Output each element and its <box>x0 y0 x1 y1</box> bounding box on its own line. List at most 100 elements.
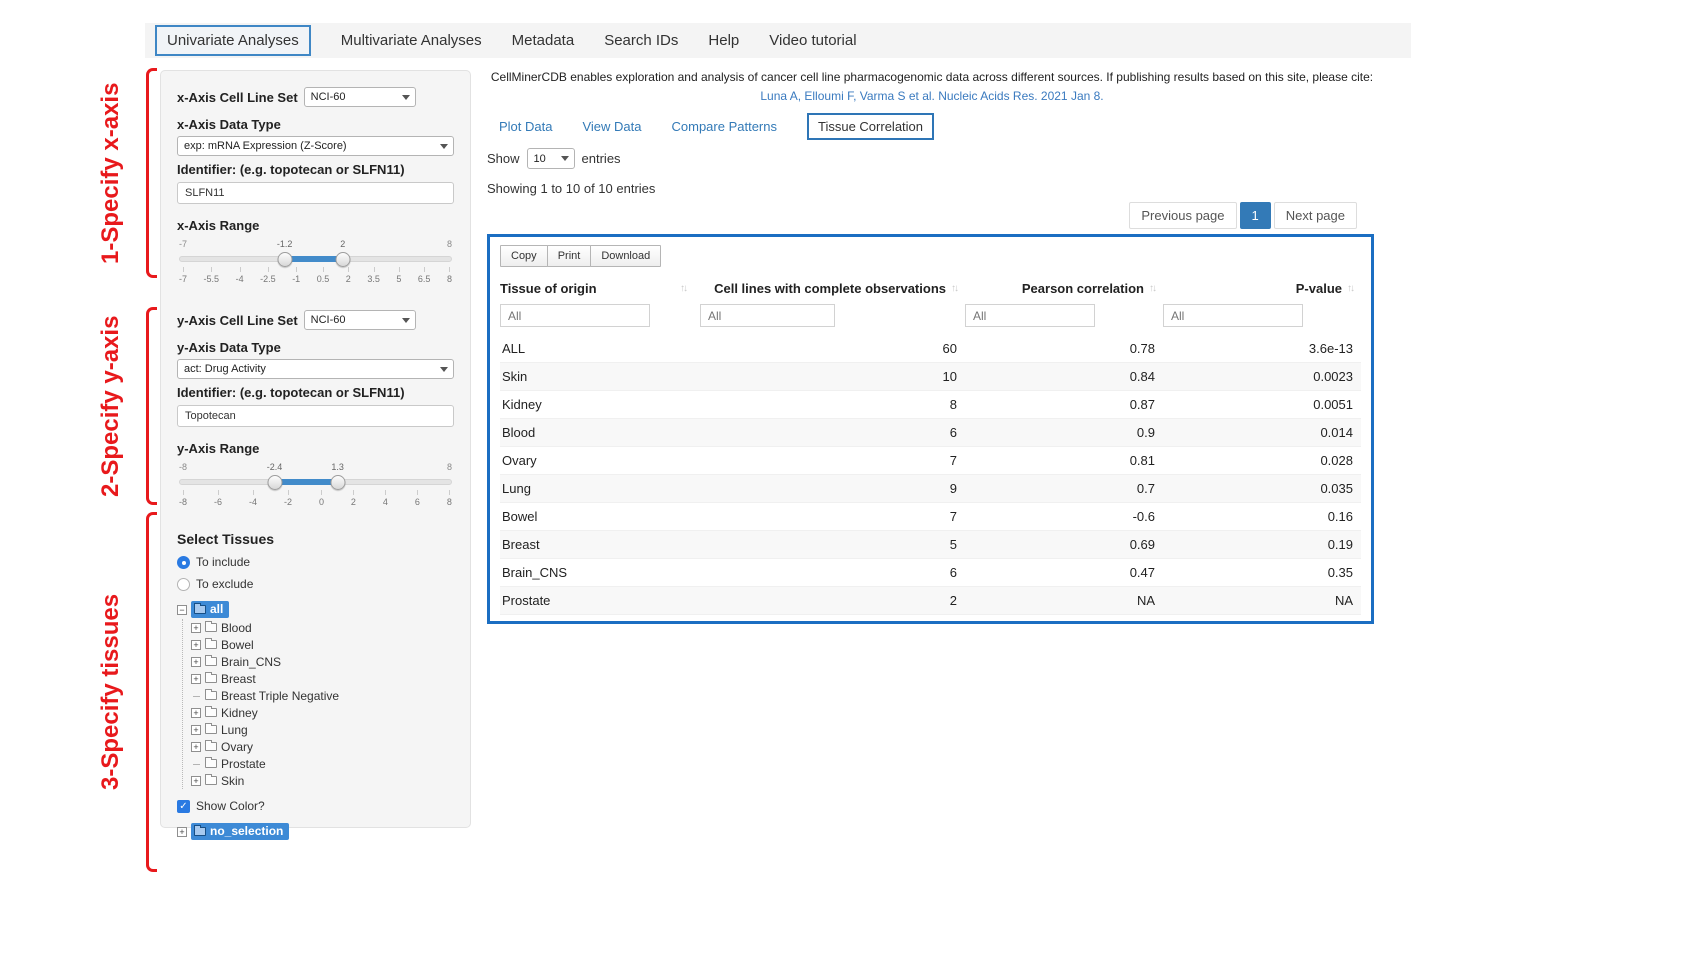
tree-node-label[interactable]: Prostate <box>221 757 266 771</box>
slider-handle-from[interactable] <box>267 475 282 490</box>
filter-tissue-input[interactable] <box>500 304 650 327</box>
cellminercdb-app: 1-Specify x-axis 2-Specify y-axis 3-Spec… <box>0 0 1700 956</box>
slider-tick-label: 8 <box>447 497 452 507</box>
tree-node-all[interactable]: all <box>191 601 229 618</box>
cell-observations: 7 <box>700 509 965 524</box>
folder-icon <box>205 691 217 700</box>
next-page-button[interactable]: Next page <box>1274 202 1357 229</box>
column-header-cell-lines[interactable]: Cell lines with complete observations ↑↓ <box>700 281 965 296</box>
nav-tab[interactable]: Search IDs <box>604 32 678 49</box>
column-header-tissue[interactable]: Tissue of origin ↑↓ <box>500 281 700 296</box>
slider-tick-label: 6 <box>415 497 420 507</box>
radio-to-exclude[interactable]: To exclude <box>177 577 454 591</box>
filter-cell-lines-input[interactable] <box>700 304 835 327</box>
cell-observations: 8 <box>700 397 965 412</box>
x-identifier-input[interactable] <box>177 182 454 204</box>
y-identifier-input[interactable] <box>177 405 454 427</box>
expander-icon[interactable]: + <box>191 640 201 650</box>
cell-pearson: 0.47 <box>965 565 1163 580</box>
expander-icon[interactable]: + <box>191 725 201 735</box>
tree-node-label[interactable]: Bowel <box>221 638 254 652</box>
analysis-tab[interactable]: View Data <box>582 119 641 134</box>
sort-icon: ↑↓ <box>951 283 957 294</box>
analysis-tab[interactable]: Compare Patterns <box>672 119 778 134</box>
radio-icon <box>177 578 190 591</box>
table-body: ALL 60 0.78 3.6e-13 Skin 10 0.84 0.0023 … <box>500 335 1361 615</box>
table-row: Breast 5 0.69 0.19 <box>500 531 1361 559</box>
tree-node: + Brain_CNS <box>191 653 454 670</box>
previous-page-button[interactable]: Previous page <box>1129 202 1236 229</box>
folder-icon <box>205 725 217 734</box>
cell-pearson: NA <box>965 593 1163 608</box>
export-button[interactable]: Print <box>547 245 592 267</box>
filter-pearson-input[interactable] <box>965 304 1095 327</box>
expander-icon[interactable]: + <box>191 674 201 684</box>
slider-min-label: -7 <box>179 239 187 249</box>
tree-node-label[interactable]: Ovary <box>221 740 253 754</box>
nav-tab[interactable]: Help <box>708 32 739 49</box>
table-row: Kidney 8 0.87 0.0051 <box>500 391 1361 419</box>
analysis-tab[interactable]: Tissue Correlation <box>807 113 934 140</box>
radio-to-include[interactable]: To include <box>177 555 454 569</box>
expander-icon[interactable]: − <box>177 605 187 615</box>
tree-node-label[interactable]: Brain_CNS <box>221 655 281 669</box>
slider-handle-from[interactable] <box>277 252 292 267</box>
nav-tab[interactable]: Multivariate Analyses <box>341 32 482 49</box>
show-color-checkbox[interactable]: ✓ Show Color? <box>177 799 454 813</box>
cell-pearson: 0.9 <box>965 425 1163 440</box>
cell-tissue: Brain_CNS <box>500 565 700 580</box>
tree-node-label[interactable]: Breast Triple Negative <box>221 689 339 703</box>
export-button[interactable]: Download <box>590 245 661 267</box>
column-header-pearson[interactable]: Pearson correlation ↑↓ <box>965 281 1163 296</box>
tree-node: + Kidney <box>191 704 454 721</box>
radio-icon <box>177 556 190 569</box>
tree-node-label[interactable]: Skin <box>221 774 244 788</box>
expander-icon[interactable]: + <box>191 776 201 786</box>
expander-icon[interactable]: + <box>191 657 201 667</box>
tissue-tree: − all + Blood + <box>177 601 454 789</box>
cell-pvalue: 0.0051 <box>1163 397 1361 412</box>
column-header-pvalue[interactable]: P-value ↑↓ <box>1163 281 1361 296</box>
y-data-type-select[interactable]: act: Drug Activity <box>177 359 454 379</box>
cell-tissue: Prostate <box>500 593 700 608</box>
table-row: Brain_CNS 6 0.47 0.35 <box>500 559 1361 587</box>
slider-tick-label: 8 <box>447 274 452 284</box>
x-data-type-select[interactable]: exp: mRNA Expression (Z-Score) <box>177 136 454 156</box>
analysis-tab[interactable]: Plot Data <box>499 119 552 134</box>
expander-icon[interactable]: + <box>191 623 201 633</box>
tree-node-label[interactable]: Breast <box>221 672 256 686</box>
page-1-button[interactable]: 1 <box>1240 202 1271 229</box>
folder-icon <box>194 605 206 614</box>
citation-link[interactable]: Luna A, Elloumi F, Varma S et al. Nuclei… <box>487 89 1377 103</box>
folder-icon <box>205 674 217 683</box>
nav-tab[interactable]: Video tutorial <box>769 32 856 49</box>
y-identifier-label: Identifier: (e.g. topotecan or SLFN11) <box>177 385 454 400</box>
y-range-label: y-Axis Range <box>177 441 454 456</box>
tree-node-label[interactable]: Blood <box>221 621 252 635</box>
expander-icon[interactable]: + <box>177 827 187 837</box>
expander-icon[interactable]: + <box>191 742 201 752</box>
filter-pvalue-input[interactable] <box>1163 304 1303 327</box>
expander-icon[interactable] <box>191 759 201 769</box>
nav-tab[interactable]: Metadata <box>512 32 575 49</box>
cell-observations: 10 <box>700 369 965 384</box>
slider-fill <box>285 256 343 262</box>
export-button[interactable]: Copy <box>500 245 548 267</box>
caret-down-icon <box>440 144 448 149</box>
x-cell-line-set-select[interactable]: NCI-60 <box>304 87 416 107</box>
cell-observations: 5 <box>700 537 965 552</box>
nav-tab[interactable]: Univariate Analyses <box>155 25 311 56</box>
page-size-select[interactable]: 10 <box>527 148 575 169</box>
expander-icon[interactable]: + <box>191 708 201 718</box>
tree-node-label[interactable]: Lung <box>221 723 248 737</box>
slider-tick-label: -8 <box>179 497 187 507</box>
slider-handle-to[interactable] <box>330 475 345 490</box>
tree-node-no-selection[interactable]: no_selection <box>191 823 289 840</box>
slider-tick-label: 6.5 <box>418 274 431 284</box>
expander-icon[interactable] <box>191 691 201 701</box>
sidebar-controls: x-Axis Cell Line Set NCI-60 x-Axis Data … <box>160 70 471 828</box>
tree-node-label[interactable]: Kidney <box>221 706 258 720</box>
y-cell-line-set-select[interactable]: NCI-60 <box>304 310 416 330</box>
table-row: Skin 10 0.84 0.0023 <box>500 363 1361 391</box>
slider-handle-to[interactable] <box>335 252 350 267</box>
